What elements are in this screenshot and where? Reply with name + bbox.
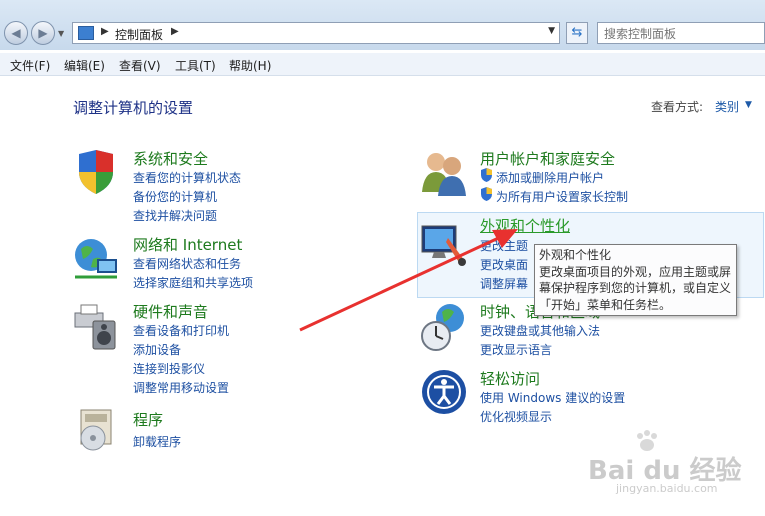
link-change-keyboard[interactable]: 更改键盘或其他输入法 [480,322,600,339]
baidu-watermark: Bai du 经验 jingyan.baidu.com [588,430,760,500]
view-mode-value[interactable]: 类别 [715,98,739,115]
programs-box-icon [80,409,112,451]
search-input[interactable] [602,24,756,44]
category-system-security[interactable]: 系统和安全 [133,148,208,169]
menu-view[interactable]: 查看(V) [119,57,161,74]
tooltip-title: 外观和个性化 [539,248,612,262]
clock-globe-icon [421,304,464,351]
category-appearance[interactable]: 外观和个性化 [480,215,570,236]
menu-file[interactable]: 文件(F) [10,57,50,74]
link-devices-printers[interactable]: 查看设备和打印机 [133,322,229,339]
paw-logo-icon [637,430,657,451]
link-parental-controls[interactable]: 为所有用户设置家长控制 [496,188,628,205]
link-homegroup-sharing[interactable]: 选择家庭组和共享选项 [133,274,253,291]
search-box[interactable] [597,22,765,44]
refresh-button[interactable]: ⇆ [566,22,588,44]
category-programs[interactable]: 程序 [133,409,163,430]
link-network-status[interactable]: 查看网络状态和任务 [133,255,241,272]
menu-help[interactable]: 帮助(H) [229,57,271,74]
category-hardware-sound[interactable]: 硬件和声音 [133,301,208,322]
link-uninstall-program[interactable]: 卸载程序 [133,433,181,450]
menu-edit[interactable]: 编辑(E) [64,57,105,74]
uac-shield-icon [481,168,492,182]
category-ease-of-access[interactable]: 轻松访问 [480,368,540,389]
tooltip: 外观和个性化 更改桌面项目的外观，应用主题或屏幕保护程序到您的计算机，或自定义「… [534,244,737,316]
view-mode-label: 查看方式: [651,100,704,114]
link-troubleshoot[interactable]: 查找并解决问题 [133,207,217,224]
view-mode-dropdown-icon[interactable]: ▼ [745,100,752,110]
link-add-remove-users[interactable]: 添加或删除用户帐户 [496,169,604,186]
shield-icon [79,150,113,194]
link-change-theme[interactable]: 更改主题 [480,237,528,254]
category-user-accounts[interactable]: 用户帐户和家庭安全 [480,148,615,169]
forward-button[interactable]: ▶ [31,21,55,45]
menu-tools[interactable]: 工具(T) [175,57,216,74]
link-add-device[interactable]: 添加设备 [133,341,181,358]
tooltip-body: 更改桌面项目的外观，应用主题或屏幕保护程序到您的计算机，或自定义「开始」菜单和任… [539,264,732,312]
ease-of-access-icon [422,370,466,414]
breadcrumb-separator-icon: ▶ [101,26,109,37]
watermark-url: jingyan.baidu.com [616,482,718,495]
appearance-monitor-icon [421,225,466,266]
link-adjust-screen[interactable]: 调整屏幕 [480,275,528,292]
breadcrumb-control-panel[interactable]: 控制面板 [115,26,163,43]
link-view-computer-status[interactable]: 查看您的计算机状态 [133,169,241,186]
back-button[interactable]: ◀ [4,21,28,45]
link-mobility-settings[interactable]: 调整常用移动设置 [133,379,229,396]
category-network-internet[interactable]: 网络和 Internet [133,234,242,255]
link-change-desktop[interactable]: 更改桌面 [480,256,528,273]
uac-shield-icon [481,187,492,201]
address-bar[interactable]: ▶ 控制面板 ▶ ▼ [72,22,560,44]
printer-speaker-icon [74,304,116,350]
link-windows-recommended-settings[interactable]: 使用 Windows 建议的设置 [480,389,625,406]
link-connect-projector[interactable]: 连接到投影仪 [133,360,205,377]
page-title: 调整计算机的设置 [73,99,194,117]
recent-pages-dropdown-icon[interactable]: ▼ [58,29,64,38]
menu-bar: 文件(F) 编辑(E) 查看(V) 工具(T) 帮助(H) [0,53,765,76]
users-icon [422,153,466,196]
address-dropdown-icon[interactable]: ▼ [548,26,555,36]
network-globe-icon [75,239,117,279]
link-change-display-language[interactable]: 更改显示语言 [480,341,552,358]
control-panel-icon [78,26,94,40]
link-backup-computer[interactable]: 备份您的计算机 [133,188,217,205]
breadcrumb-separator-icon[interactable]: ▶ [171,26,179,37]
link-optimize-visual-display[interactable]: 优化视频显示 [480,408,552,425]
